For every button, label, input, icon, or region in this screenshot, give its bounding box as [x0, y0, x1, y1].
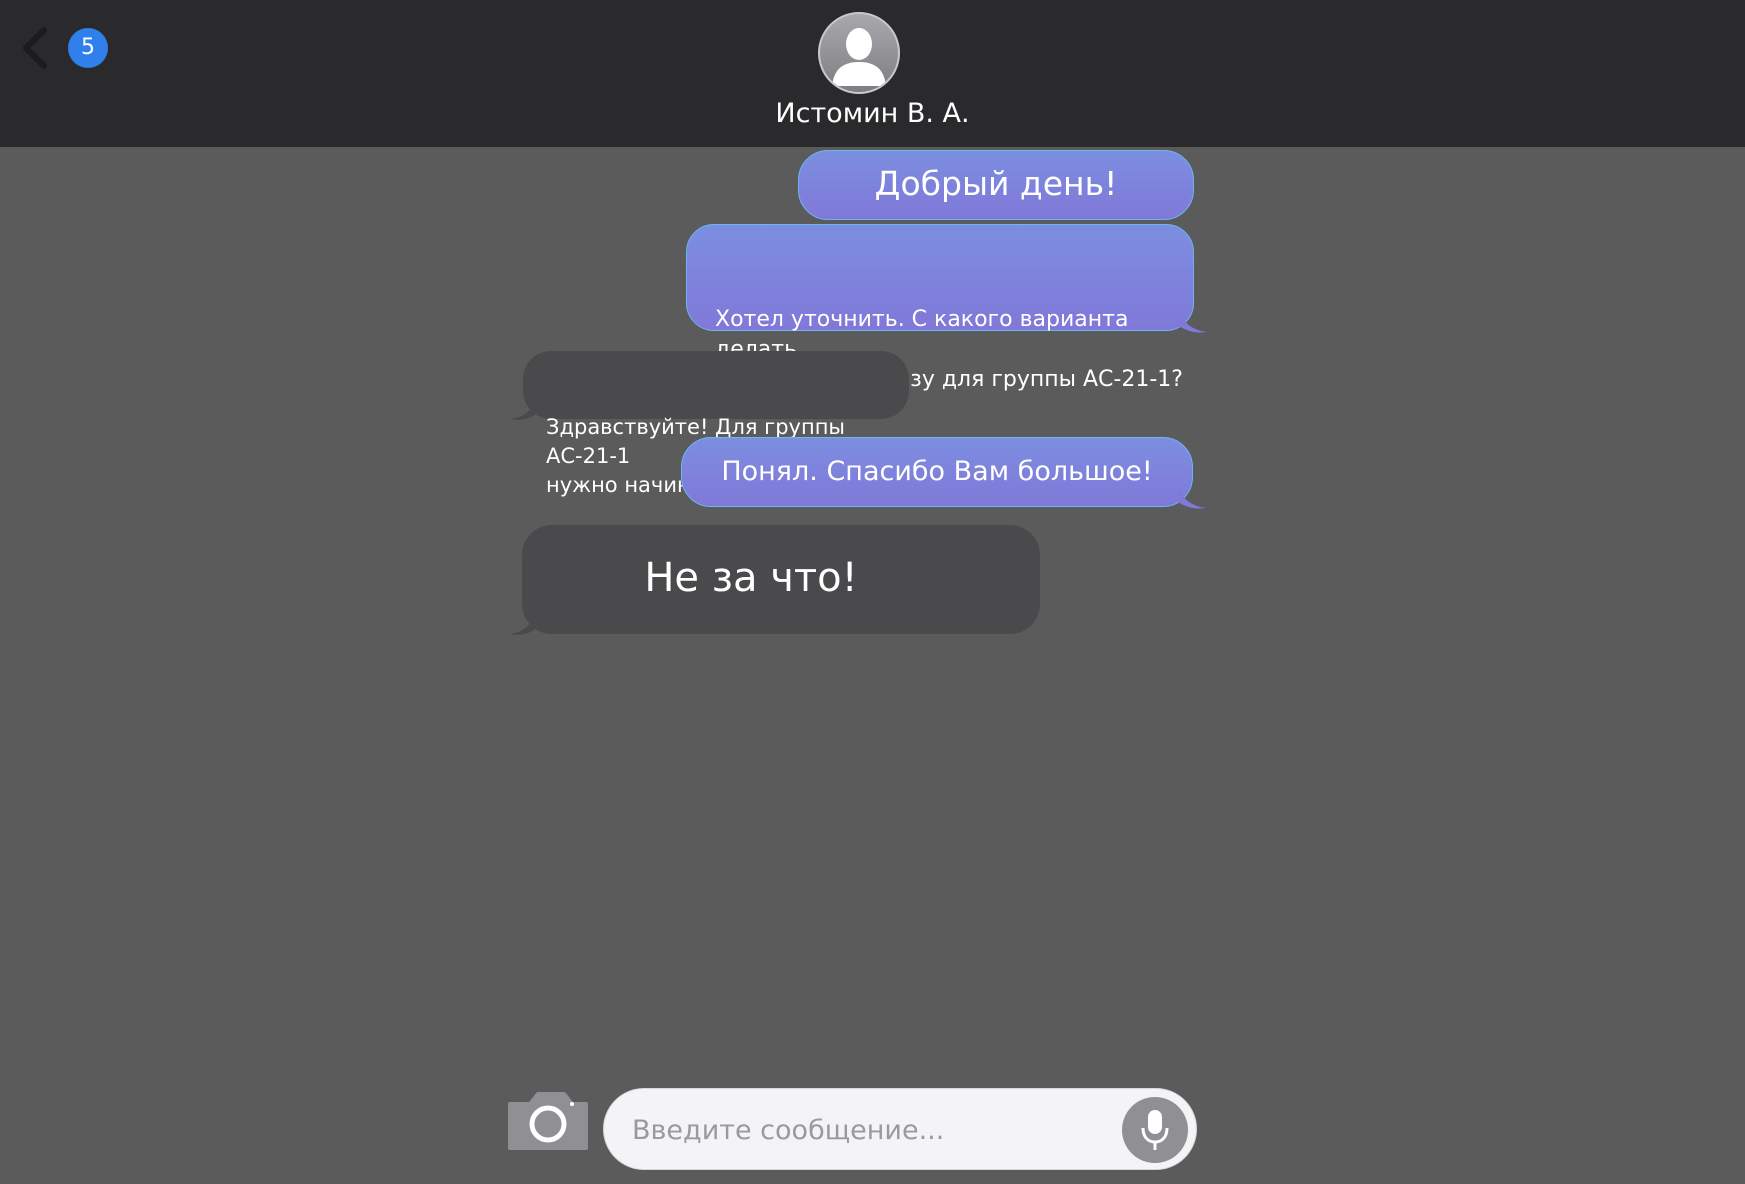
bubble-tail [510, 614, 536, 635]
camera-button[interactable] [506, 1088, 590, 1152]
chat-header: 5 Истомин В. А. [0, 0, 1745, 147]
message-bubble-outgoing[interactable]: Понял. Спасибо Вам большое! [681, 437, 1206, 509]
bubble-tail [511, 399, 537, 420]
person-silhouette-icon [832, 28, 886, 86]
message-input[interactable] [632, 1105, 1092, 1155]
camera-icon [508, 1092, 588, 1150]
chevron-left-icon [23, 27, 47, 69]
message-composer [603, 1088, 1197, 1170]
bubble-tail [1179, 310, 1207, 333]
message-bubble-incoming[interactable]: Не за что! [510, 525, 1040, 635]
microphone-icon [1141, 1110, 1169, 1150]
message-text: Не за что! [644, 555, 858, 601]
message-text: Добрый день! [874, 164, 1118, 203]
message-bubble-incoming[interactable]: Здравствуйте! Для группы АС-21-1 нужно н… [511, 351, 909, 497]
contact-name[interactable]: Истомин В. А. [0, 98, 1745, 129]
back-button[interactable]: 5 [20, 24, 108, 72]
chat-screen: 5 Истомин В. А. Добрый день! Хотел уточн… [0, 0, 1745, 1184]
unread-badge: 5 [68, 28, 108, 68]
bubble-tail [1178, 486, 1206, 509]
contact-avatar[interactable] [818, 12, 900, 94]
message-bubble-outgoing[interactable]: Хотел уточнить. С какого варианта делать… [686, 224, 1207, 392]
message-text: Понял. Спасибо Вам большое! [721, 456, 1153, 487]
microphone-button[interactable] [1122, 1097, 1188, 1163]
message-bubble-outgoing[interactable]: Добрый день! [798, 150, 1194, 220]
